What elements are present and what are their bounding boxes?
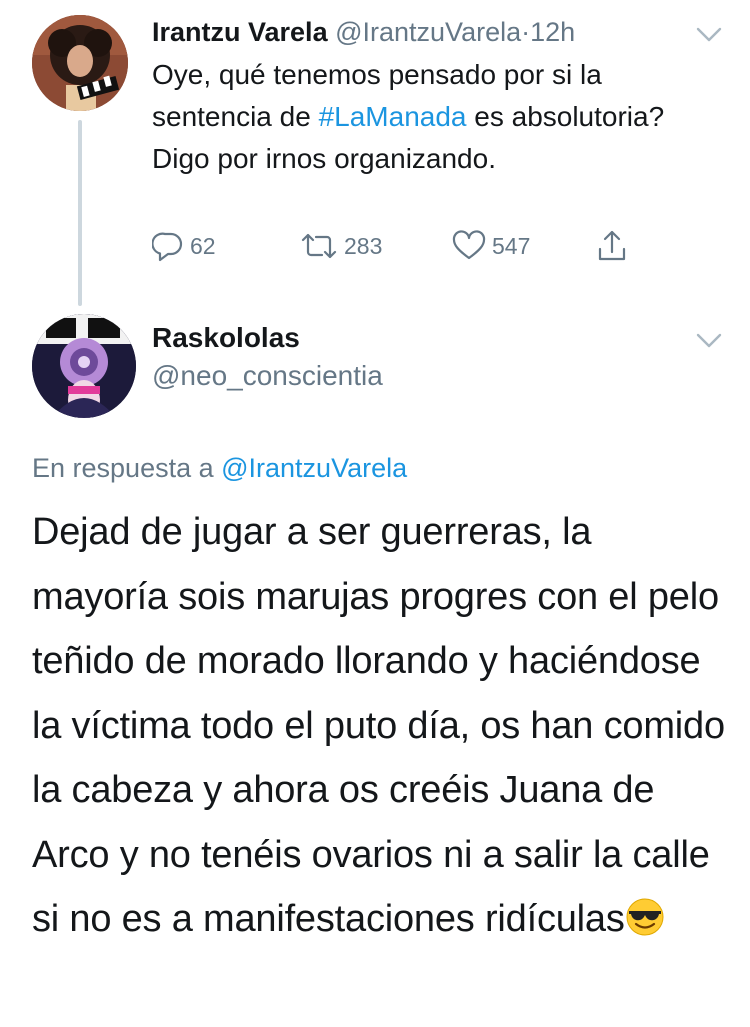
heart-icon [452,230,486,260]
avatar-irantzu[interactable] [32,15,128,111]
share-button[interactable] [596,226,628,266]
chevron-down-icon[interactable] [696,27,722,43]
tweet1-separator: · [521,17,531,47]
tweet1-timestamp[interactable]: 12h [530,17,575,47]
hashtag-link[interactable]: #LaManada [319,101,467,132]
thread-connector-line [78,120,82,306]
tweet2-body: Dejad de jugar a ser guerreras, la mayor… [32,511,725,940]
share-icon [598,230,626,261]
tweet2-text: Dejad de jugar a ser guerreras, la mayor… [32,500,732,952]
retweet-count: 283 [344,232,383,259]
tweet1-action-bar: 62 283 547 [152,226,672,266]
tweet2-author-name[interactable]: Raskololas [152,320,300,356]
tweet2-author-handle[interactable]: @neo_conscientia [152,358,383,394]
avatar-raskololas[interactable] [32,314,136,418]
tweet1-author-name[interactable]: Irantzu Varela [152,17,328,47]
like-count: 547 [492,232,531,259]
reply-context: En respuesta a @IrantzuVarela [32,450,407,486]
chevron-down-icon[interactable] [696,333,722,349]
retweet-icon [301,233,337,259]
avatar-image [32,314,136,418]
reply-count: 62 [190,232,216,259]
tweet1-author-handle[interactable]: @IrantzuVarela [335,17,521,47]
reply-prefix: En respuesta a [32,453,222,483]
like-button[interactable]: 547 [452,226,530,266]
avatar-image [32,15,128,111]
tweet1-header: Irantzu Varela @IrantzuVarela·12h [152,14,575,50]
retweet-button[interactable]: 283 [300,226,382,266]
smiling-face-with-sunglasses-icon [626,898,664,936]
reply-icon [152,232,183,262]
tweet1-text: Oye, qué tenemos pensado por si la sente… [152,54,712,180]
reply-button[interactable]: 62 [152,226,216,266]
reply-mention-link[interactable]: @IrantzuVarela [221,453,407,483]
